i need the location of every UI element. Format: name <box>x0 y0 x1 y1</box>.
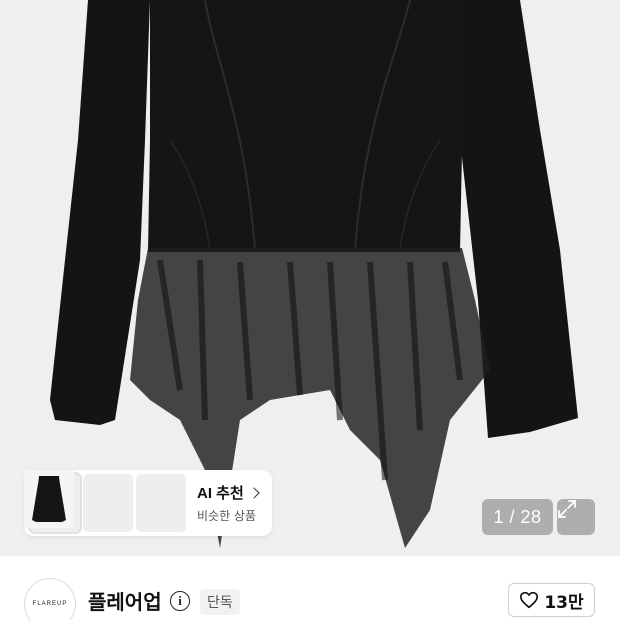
ai-recommend-subtitle: 비슷한 상품 <box>197 509 257 523</box>
info-icon[interactable]: i <box>170 591 190 611</box>
product-image[interactable]: AI 추천 비슷한 상품 1 / 28 <box>0 0 620 556</box>
recommend-thumbnail[interactable] <box>24 470 186 532</box>
expand-button[interactable] <box>557 499 595 535</box>
like-button[interactable]: 13만 <box>508 583 595 617</box>
brand-logo[interactable]: FLAREUP <box>24 578 76 620</box>
exclusive-badge: 단독 <box>200 589 240 615</box>
ai-recommend-card[interactable]: AI 추천 비슷한 상품 <box>24 470 272 536</box>
like-count: 13만 <box>544 592 584 613</box>
image-counter: 1 / 28 <box>482 499 553 535</box>
chevron-right-icon <box>248 486 260 499</box>
expand-icon <box>558 500 576 518</box>
recommend-thumbnail[interactable] <box>24 470 133 532</box>
heart-icon <box>520 591 539 609</box>
brand-name[interactable]: 플레어업 <box>88 586 162 615</box>
brand-bar: FLAREUP 플레어업 i 단독 13만 <box>0 556 620 620</box>
ai-recommend-title: AI 추천 <box>197 485 244 502</box>
